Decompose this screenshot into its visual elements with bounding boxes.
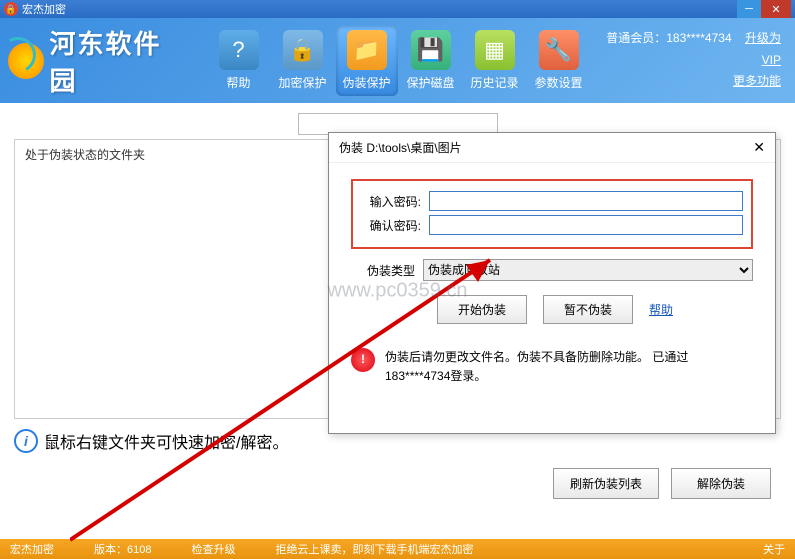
toolbar-protect-disk[interactable]: 💾 保护磁盘 — [400, 26, 462, 96]
confirm-password-input[interactable] — [429, 215, 743, 235]
toolbar-settings[interactable]: 🔧 参数设置 — [528, 26, 590, 96]
logo-text: 河东软件园 — [50, 24, 188, 98]
main-toolbar: 河东软件园 ? 帮助 🔒 加密保护 📁 伪装保护 💾 保护磁盘 ▦ 历史记录 🔧… — [0, 18, 795, 103]
undo-disguise-button[interactable]: 解除伪装 — [671, 468, 771, 499]
help-icon: ? — [219, 30, 259, 70]
toolbar-help[interactable]: ? 帮助 — [208, 26, 270, 96]
window-titlebar: 🔒 宏杰加密 ─ ✕ — [0, 0, 795, 18]
disk-icon: 💾 — [411, 30, 451, 70]
minimize-button[interactable]: ─ — [737, 0, 761, 18]
history-icon: ▦ — [475, 30, 515, 70]
warning-text: 伪装后请勿更改文件名。伪装不具备防删除功能。 已通过183****4734登录。 — [385, 348, 753, 386]
toolbar-disguise[interactable]: 📁 伪装保护 — [336, 26, 398, 96]
password-group: 输入密码: 确认密码: — [351, 179, 753, 249]
main-action-buttons: 刷新伪装列表 解除伪装 — [553, 468, 771, 499]
more-features-link[interactable]: 更多功能 — [733, 74, 781, 88]
warning-icon: ! — [351, 348, 375, 372]
lock-icon: 🔒 — [283, 30, 323, 70]
password-label: 输入密码: — [361, 193, 421, 210]
panel-title: 处于伪装状态的文件夹 — [25, 148, 145, 162]
dialog-title: 伪装 D:\tools\桌面\图片 — [339, 139, 462, 156]
dialog-body: 输入密码: 确认密码: 伪装类型 伪装成回收站 开始伪装 暂不伪装 帮助 ! 伪… — [329, 163, 775, 394]
dialog-buttons: 开始伪装 暂不伪装 帮助 — [437, 295, 753, 324]
toolbar-settings-label: 参数设置 — [535, 74, 583, 91]
disguise-type-label: 伪装类型 — [357, 262, 415, 279]
refresh-list-button[interactable]: 刷新伪装列表 — [553, 468, 659, 499]
upgrade-vip-link[interactable]: 升级为VIP — [745, 31, 781, 67]
toolbar-account-area: 普通会员：183****4734 升级为VIP 更多功能 — [590, 28, 787, 93]
status-check-upgrade[interactable]: 检查升级 — [191, 541, 235, 557]
status-promo: 拒绝云上课卖，即刻下载手机端宏杰加密 — [275, 541, 473, 557]
settings-icon: 🔧 — [539, 30, 579, 70]
status-app-name: 宏杰加密 — [10, 541, 54, 557]
disguise-type-select[interactable]: 伪装成回收站 — [423, 259, 753, 281]
dialog-close-button[interactable]: ✕ — [753, 139, 765, 156]
dialog-help-link[interactable]: 帮助 — [649, 301, 673, 318]
app-name: 宏杰加密 — [22, 1, 66, 17]
toolbar-buttons: ? 帮助 🔒 加密保护 📁 伪装保护 💾 保护磁盘 ▦ 历史记录 🔧 参数设置 — [208, 26, 590, 96]
toolbar-history-label: 历史记录 — [471, 74, 519, 91]
folder-icon: 📁 — [347, 30, 387, 70]
password-input[interactable] — [429, 191, 743, 211]
start-disguise-button[interactable]: 开始伪装 — [437, 295, 527, 324]
disguise-dialog: 伪装 D:\tools\桌面\图片 ✕ 输入密码: 确认密码: 伪装类型 伪装成… — [328, 132, 776, 434]
window-controls: ─ ✕ — [737, 0, 791, 18]
toolbar-encrypt-label: 加密保护 — [279, 74, 327, 91]
status-version: 版本：6108 — [94, 541, 151, 557]
logo-badge-icon — [8, 43, 44, 79]
logo: 河东软件园 — [8, 24, 188, 98]
app-icon: 🔒 — [4, 2, 18, 16]
dialog-titlebar: 伪装 D:\tools\桌面\图片 ✕ — [329, 133, 775, 163]
cancel-disguise-button[interactable]: 暂不伪装 — [543, 295, 633, 324]
toolbar-encrypt[interactable]: 🔒 加密保护 — [272, 26, 334, 96]
status-about[interactable]: 关于 — [763, 541, 785, 557]
confirm-password-label: 确认密码: — [361, 217, 421, 234]
dialog-warning: ! 伪装后请勿更改文件名。伪装不具备防删除功能。 已通过183****4734登… — [351, 348, 753, 386]
status-bar: 宏杰加密 版本：6108 检查升级 拒绝云上课卖，即刻下载手机端宏杰加密 关于 — [0, 539, 795, 559]
toolbar-disguise-label: 伪装保护 — [343, 74, 391, 91]
toolbar-protect-disk-label: 保护磁盘 — [407, 74, 455, 91]
toolbar-help-label: 帮助 — [227, 74, 251, 91]
close-button[interactable]: ✕ — [761, 0, 791, 18]
info-icon: i — [14, 429, 38, 453]
toolbar-history[interactable]: ▦ 历史记录 — [464, 26, 526, 96]
info-tip-text: 鼠标右键文件夹可快速加密/解密。 — [44, 429, 288, 453]
member-info: 普通会员：183****4734 — [606, 31, 731, 45]
